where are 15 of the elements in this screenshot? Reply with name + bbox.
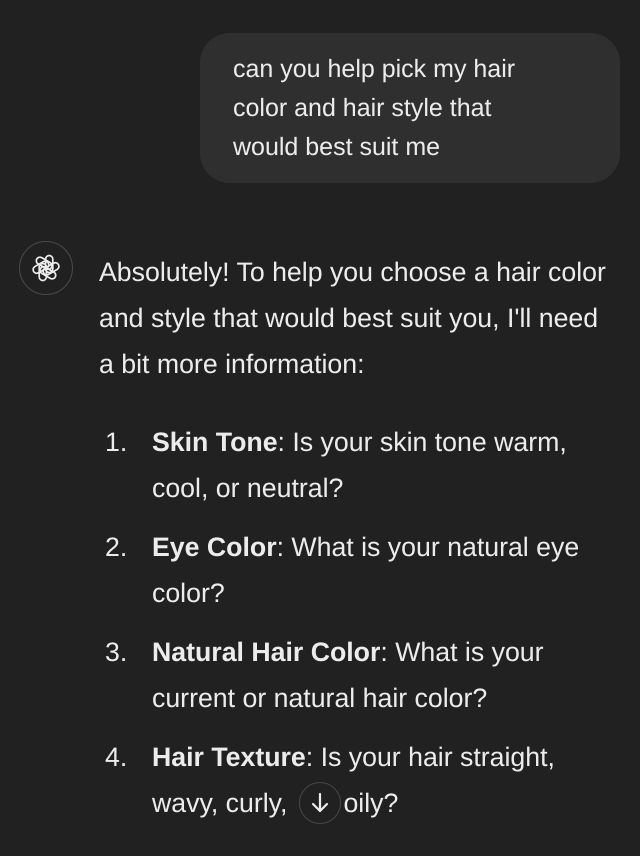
list-item-text: Eye Color: What is your natural eye color? bbox=[152, 532, 580, 608]
list-item-text: oily? bbox=[343, 787, 398, 820]
list-number: 4. bbox=[104, 741, 128, 774]
arrow-down-icon bbox=[310, 792, 330, 814]
assistant-logo-icon bbox=[19, 241, 73, 295]
list-item-text: Hair Texture: Is your hair straight, bbox=[152, 741, 556, 774]
list-item-text: Skin Tone: Is your skin tone warm, cool, or neutral? bbox=[152, 427, 567, 503]
assistant-message-text: Absolutely! To help you choose a hair color and style that would best suit you, I'll need a bit more information: bbox=[99, 256, 607, 381]
scroll-down-button[interactable] bbox=[299, 782, 342, 824]
list-number: 1. bbox=[104, 426, 128, 459]
list-number: 2. bbox=[104, 531, 128, 564]
list-item-text: Natural Hair Color: What is your current or natural hair color? bbox=[152, 637, 544, 713]
list-item-text: wavy, curly, bbox=[152, 787, 288, 820]
user-message: can you help pick my hair color and hair style that would best suit me bbox=[200, 33, 620, 183]
list-number: 3. bbox=[104, 636, 128, 669]
